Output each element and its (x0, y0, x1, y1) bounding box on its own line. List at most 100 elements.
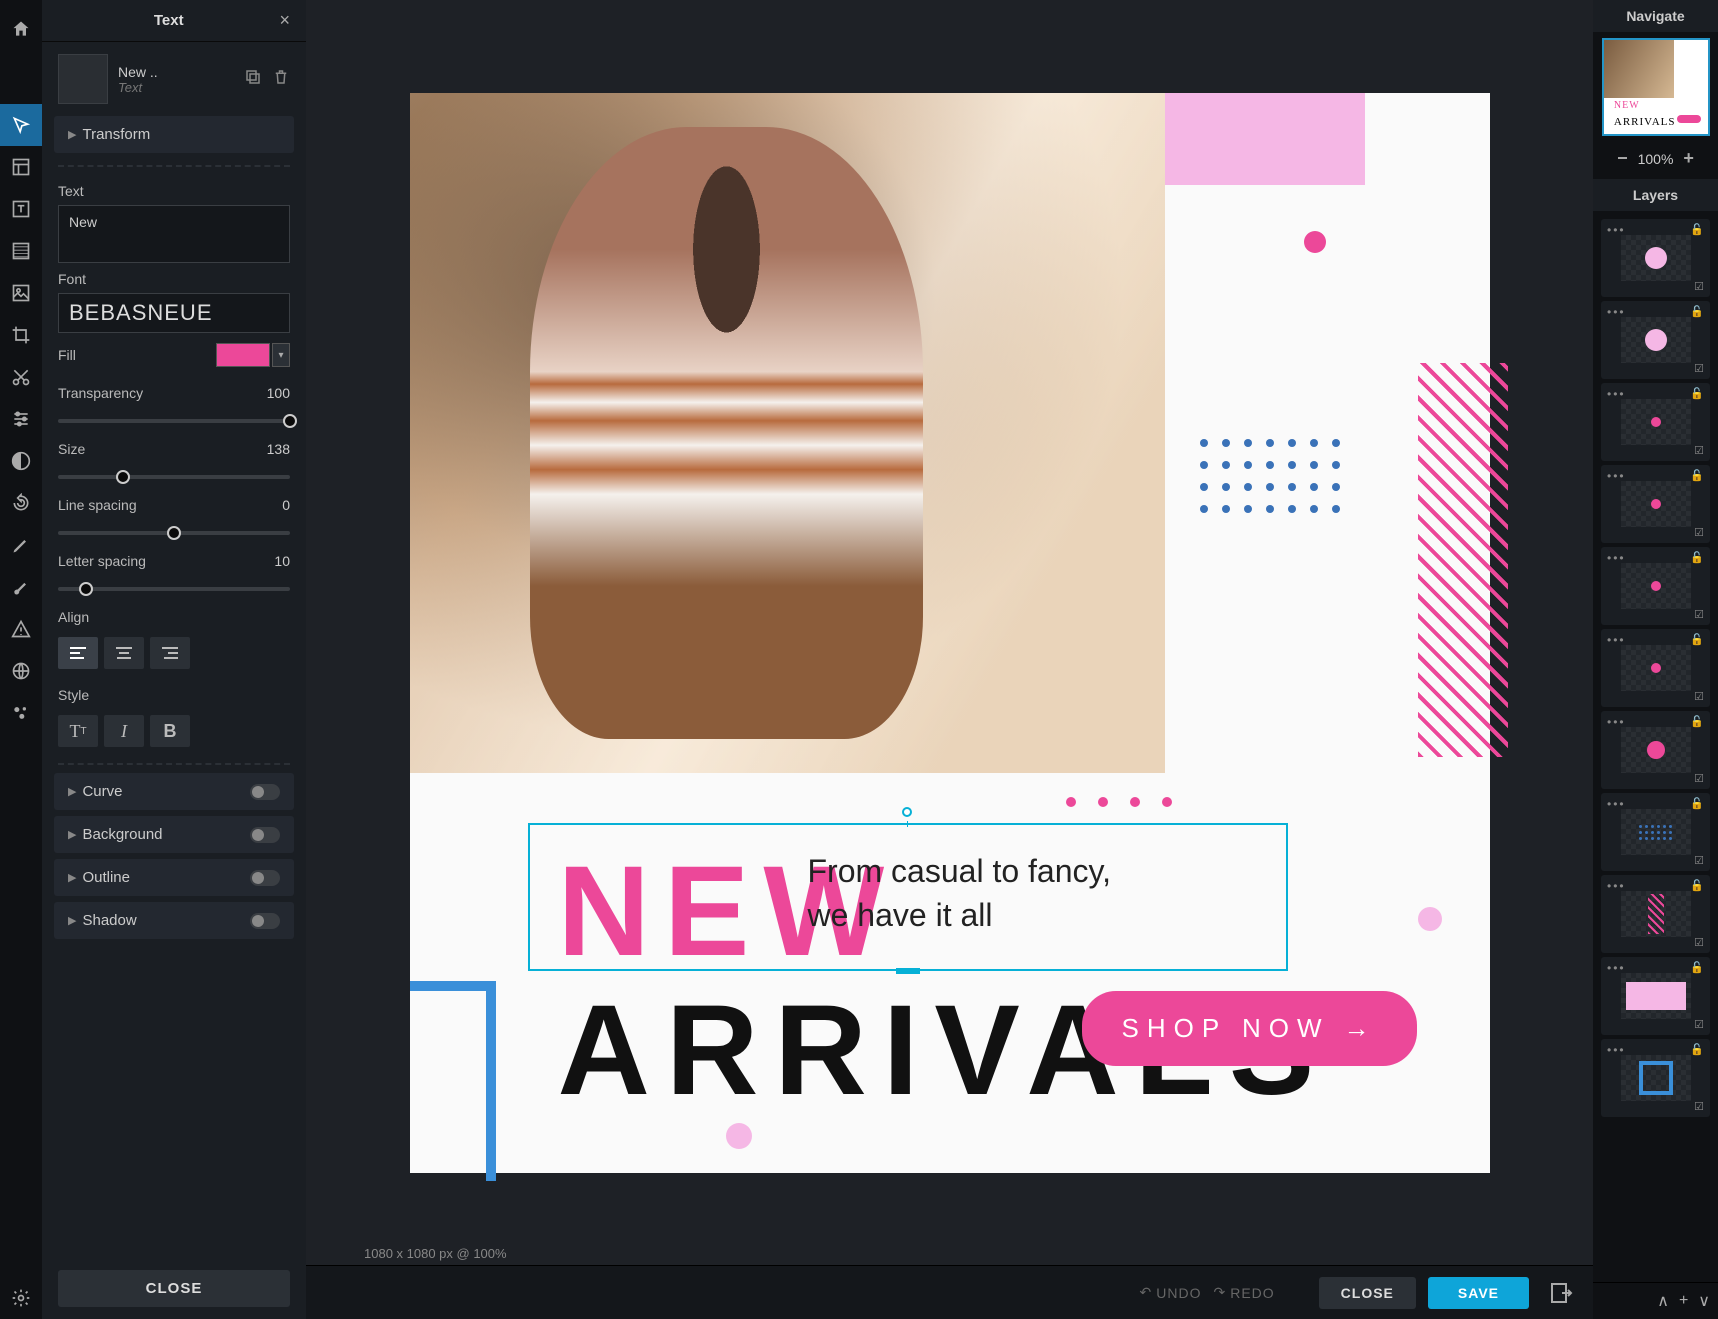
zoom-out-button[interactable]: − (1617, 148, 1628, 169)
visibility-icon[interactable]: ☑ (1694, 936, 1704, 949)
layer-item[interactable]: ••• 🔓 ☑ (1601, 219, 1710, 297)
layer-handle-icon[interactable]: ••• (1607, 1043, 1626, 1057)
layer-item[interactable]: •••🔓☑ (1601, 301, 1710, 379)
background-toggle[interactable] (250, 827, 280, 843)
close-icon[interactable]: × (279, 10, 290, 31)
outline-section[interactable]: ▶Outline (54, 859, 294, 896)
text-input[interactable] (58, 205, 290, 263)
pink-dot-small-2[interactable] (726, 1123, 752, 1149)
navigator-preview[interactable]: NEW ARRIVALS (1602, 38, 1710, 136)
lock-icon[interactable]: 🔓 (1690, 961, 1704, 974)
layer-handle-icon[interactable]: ••• (1607, 879, 1626, 893)
exit-icon[interactable] (1549, 1281, 1573, 1305)
pink-dot-small-1[interactable] (1418, 907, 1442, 931)
layer-handle-icon[interactable]: ••• (1607, 633, 1626, 647)
warning-tool-icon[interactable] (0, 608, 42, 650)
visibility-icon[interactable]: ☑ (1694, 772, 1704, 785)
layer-down-icon[interactable]: ∨ (1698, 1291, 1710, 1311)
shadow-toggle[interactable] (250, 913, 280, 929)
size-slider[interactable] (58, 475, 290, 479)
visibility-icon[interactable]: ☑ (1694, 526, 1704, 539)
save-button[interactable]: SAVE (1428, 1277, 1529, 1309)
layer-item[interactable]: ••• 🔓 ☑ (1601, 629, 1710, 707)
visibility-icon[interactable]: ☑ (1694, 690, 1704, 703)
transform-section[interactable]: ▶ Transform (54, 116, 294, 153)
layer-item[interactable]: ••• 🔓 ☑ (1601, 957, 1710, 1035)
visibility-icon[interactable]: ☑ (1694, 854, 1704, 867)
redo-button[interactable]: ↷REDO (1213, 1284, 1274, 1301)
layer-item[interactable]: ••• 🔓 ☑ (1601, 465, 1710, 543)
layer-handle-icon[interactable]: ••• (1607, 387, 1626, 401)
cut-tool-icon[interactable] (0, 356, 42, 398)
visibility-icon[interactable]: ☑ (1694, 362, 1704, 375)
visibility-icon[interactable]: ☑ (1694, 444, 1704, 457)
visibility-icon[interactable]: ☑ (1694, 608, 1704, 621)
layer-handle-icon[interactable]: ••• (1607, 469, 1626, 483)
lock-icon[interactable]: 🔓 (1690, 469, 1704, 482)
layer-item[interactable]: ••• 🔓 ☑ (1601, 1039, 1710, 1117)
shadow-section[interactable]: ▶Shadow (54, 902, 294, 939)
align-center-button[interactable] (104, 637, 144, 669)
background-section[interactable]: ▶Background (54, 816, 294, 853)
bubbles-tool-icon[interactable] (0, 692, 42, 734)
visibility-icon[interactable]: ☑ (1694, 1018, 1704, 1031)
fill-color-swatch[interactable] (216, 343, 270, 367)
letterspacing-slider[interactable] (58, 587, 290, 591)
resize-handle[interactable] (896, 968, 920, 974)
pink-rectangle[interactable] (1165, 93, 1365, 185)
layer-add-icon[interactable]: + (1679, 1292, 1688, 1310)
layer-item[interactable]: ••• 🔓 ☑ (1601, 383, 1710, 461)
adjust-tool-icon[interactable] (0, 398, 42, 440)
blue-frame-shape[interactable] (410, 981, 496, 1181)
cursor-tool-icon[interactable] (0, 104, 42, 146)
layer-handle-icon[interactable]: ••• (1607, 305, 1626, 319)
align-left-button[interactable] (58, 637, 98, 669)
layer-handle-icon[interactable]: ••• (1607, 551, 1626, 565)
layer-handle-icon[interactable]: ••• (1607, 715, 1626, 729)
home-icon[interactable] (0, 8, 42, 50)
transparency-slider[interactable] (58, 419, 290, 423)
design-canvas[interactable]: NEW From casual to fancy,we have it all … (410, 93, 1490, 1173)
layout-tool-icon[interactable] (0, 146, 42, 188)
crop-tool-icon[interactable] (0, 314, 42, 356)
diagonal-stripes[interactable] (1418, 363, 1508, 757)
close-button[interactable]: CLOSE (1319, 1277, 1416, 1309)
style-italic-button[interactable]: I (104, 715, 144, 747)
style-case-button[interactable]: TT (58, 715, 98, 747)
align-right-button[interactable] (150, 637, 190, 669)
image-tool-icon[interactable] (0, 272, 42, 314)
blue-dots-grid[interactable] (1200, 439, 1342, 515)
lock-icon[interactable]: 🔓 (1690, 879, 1704, 892)
lock-icon[interactable]: 🔓 (1690, 715, 1704, 728)
lock-icon[interactable]: 🔓 (1690, 633, 1704, 646)
pattern-tool-icon[interactable] (0, 230, 42, 272)
fill-color-dropdown[interactable]: ▾ (272, 343, 290, 367)
undo-button[interactable]: ↶UNDO (1140, 1284, 1202, 1301)
rotate-handle[interactable] (902, 807, 912, 817)
layer-up-icon[interactable]: ∧ (1657, 1291, 1669, 1311)
shop-now-button[interactable]: SHOP NOW→ (1082, 991, 1418, 1066)
brush-tool-icon[interactable] (0, 566, 42, 608)
hero-photo[interactable] (410, 93, 1165, 773)
lock-icon[interactable]: 🔓 (1690, 1043, 1704, 1056)
visibility-icon[interactable]: ☑ (1694, 280, 1704, 293)
linespacing-slider[interactable] (58, 531, 290, 535)
lock-icon[interactable]: 🔓 (1690, 551, 1704, 564)
lock-icon[interactable]: 🔓 (1690, 223, 1704, 236)
contrast-tool-icon[interactable] (0, 440, 42, 482)
layer-item[interactable]: ••• 🔓 ☑ (1601, 875, 1710, 953)
lock-icon[interactable]: 🔓 (1690, 797, 1704, 810)
visibility-icon[interactable]: ☑ (1694, 1100, 1704, 1113)
curve-section[interactable]: ▶Curve (54, 773, 294, 810)
layer-item[interactable]: •••🔓☑ (1601, 793, 1710, 871)
layer-handle-icon[interactable]: ••• (1607, 223, 1626, 237)
globe-tool-icon[interactable] (0, 650, 42, 692)
layer-handle-icon[interactable]: ••• (1607, 961, 1626, 975)
lock-icon[interactable]: 🔓 (1690, 387, 1704, 400)
settings-icon[interactable] (0, 1277, 42, 1319)
font-input[interactable]: BEBASNEUE (58, 293, 290, 333)
layer-item[interactable]: ••• 🔓 ☑ (1601, 711, 1710, 789)
rotate-tool-icon[interactable] (0, 482, 42, 524)
layer-item[interactable]: ••• 🔓 ☑ (1601, 547, 1710, 625)
pen-tool-icon[interactable] (0, 524, 42, 566)
